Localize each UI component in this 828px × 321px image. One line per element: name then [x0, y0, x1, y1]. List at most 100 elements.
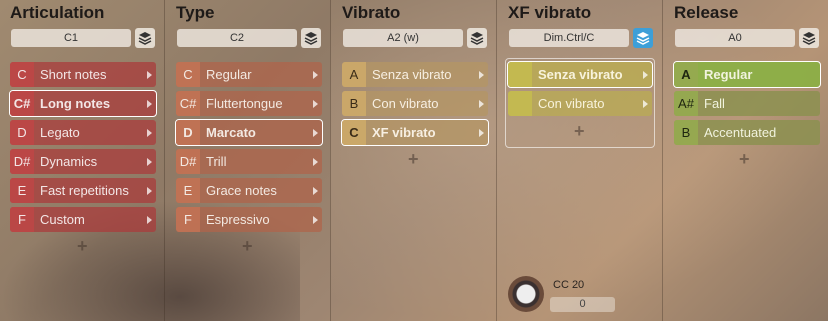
chevron-right-icon[interactable]	[479, 100, 484, 108]
layers-icon[interactable]	[301, 28, 321, 48]
keyswitch-key: B	[342, 91, 366, 116]
vibrato-item-con-vibrato[interactable]: B Con vibrato	[342, 91, 488, 116]
articulation-item-dynamics[interactable]: D# Dynamics	[10, 149, 156, 174]
chevron-right-icon[interactable]	[313, 158, 318, 166]
type-item-grace-notes[interactable]: E Grace notes	[176, 178, 322, 203]
release-column: Release A0 A Regular A# Fall B Accentuated …	[664, 0, 828, 321]
keyswitch-key: C#	[10, 91, 34, 116]
articulation-item-fast-repetitions[interactable]: E Fast repetitions	[10, 178, 156, 203]
chevron-right-icon[interactable]	[313, 100, 318, 108]
layers-icon[interactable]	[633, 28, 653, 48]
item-label: Fast repetitions	[40, 183, 129, 198]
item-label: Short notes	[40, 67, 107, 82]
keyswitch-key: C	[176, 62, 200, 87]
keyswitch-key: A	[342, 62, 366, 87]
chevron-right-icon[interactable]	[147, 158, 152, 166]
keyswitch-key: D#	[10, 149, 34, 174]
articulation-title: Articulation	[10, 3, 105, 22]
item-label: Custom	[40, 212, 85, 227]
item-label: Accentuated	[704, 125, 777, 140]
chevron-right-icon[interactable]	[147, 129, 152, 137]
chevron-right-icon[interactable]	[313, 187, 318, 195]
layers-icon[interactable]	[467, 28, 487, 48]
chevron-right-icon[interactable]	[643, 100, 648, 108]
add-articulation-button[interactable]: +	[77, 236, 88, 257]
item-label: Senza vibrato	[538, 67, 623, 82]
cc-value-field[interactable]: 0	[550, 297, 615, 312]
keyswitch-key: C	[342, 120, 366, 145]
release-list: A Regular A# Fall B Accentuated	[673, 61, 821, 149]
articulation-column: Articulation C1 C Short notes C# Long note…	[0, 0, 165, 321]
type-list: C Regular C# Fluttertongue D Marcato D# Tril…	[175, 62, 323, 236]
xf-vibrato-controller-selector[interactable]: Dim.Ctrl/C	[509, 29, 629, 47]
item-label: Fluttertongue	[206, 96, 283, 111]
chevron-right-icon[interactable]	[479, 71, 484, 79]
chevron-right-icon[interactable]	[313, 216, 318, 224]
chevron-right-icon[interactable]	[313, 129, 318, 137]
vibrato-list: A Senza vibrato B Con vibrato C XF vibrato	[341, 62, 489, 149]
release-item-fall[interactable]: A# Fall	[674, 91, 820, 116]
item-label: Senza vibrato	[372, 67, 452, 82]
add-type-button[interactable]: +	[242, 236, 253, 257]
item-label: Espressivo	[206, 212, 270, 227]
type-item-trill[interactable]: D# Trill	[176, 149, 322, 174]
articulation-item-legato[interactable]: D Legato	[10, 120, 156, 145]
chevron-right-icon[interactable]	[147, 216, 152, 224]
type-item-regular[interactable]: C Regular	[176, 62, 322, 87]
layers-icon[interactable]	[799, 28, 819, 48]
item-label: Marcato	[206, 125, 256, 140]
vibrato-item-senza-vibrato[interactable]: A Senza vibrato	[342, 62, 488, 87]
cc-knob[interactable]	[508, 276, 544, 312]
keyswitch-key: C#	[176, 91, 200, 116]
item-label: Regular	[206, 67, 252, 82]
articulation-item-short-notes[interactable]: C Short notes	[10, 62, 156, 87]
add-vibrato-button[interactable]: +	[408, 149, 419, 170]
xf-vibrato-item-senza-vibrato[interactable]: Senza vibrato	[507, 61, 653, 88]
vibrato-title: Vibrato	[342, 3, 401, 22]
type-item-fluttertongue[interactable]: C# Fluttertongue	[176, 91, 322, 116]
item-label: Dynamics	[40, 154, 98, 169]
articulation-keyswitch-selector[interactable]: C1	[11, 29, 131, 47]
type-column: Type C2 C Regular C# Fluttertongue D Marcat…	[166, 0, 331, 321]
chevron-right-icon[interactable]	[147, 100, 152, 108]
item-label: Long notes	[40, 96, 111, 111]
layers-icon[interactable]	[135, 28, 155, 48]
keyswitch-key: D	[10, 120, 34, 145]
item-label: Regular	[704, 67, 753, 82]
keyswitch-key: A#	[674, 91, 698, 116]
chevron-right-icon[interactable]	[147, 71, 152, 79]
type-title: Type	[176, 3, 215, 22]
type-item-espressivo[interactable]: F Espressivo	[176, 207, 322, 232]
type-keyswitch-selector[interactable]: C2	[177, 29, 297, 47]
keyswitch-key: B	[674, 120, 698, 145]
item-label: Con vibrato	[538, 96, 605, 111]
chevron-right-icon[interactable]	[147, 187, 152, 195]
articulation-list: C Short notes C# Long notes D Legato D# Dyna…	[9, 62, 157, 236]
articulation-item-long-notes[interactable]: C# Long notes	[9, 90, 157, 117]
chevron-right-icon[interactable]	[479, 129, 484, 137]
item-label: Fall	[704, 96, 725, 111]
keyswitch-key: F	[10, 207, 34, 232]
add-xf-vibrato-button[interactable]: +	[574, 121, 585, 142]
vibrato-keyswitch-selector[interactable]: A2 (w)	[343, 29, 463, 47]
xf-vibrato-column: XF vibrato Dim.Ctrl/C	[498, 0, 663, 321]
keyswitch-key: E	[10, 178, 34, 203]
item-label: Trill	[206, 154, 227, 169]
release-item-accentuated[interactable]: B Accentuated	[674, 120, 820, 145]
keyswitch-key: D	[176, 120, 200, 145]
item-label: Grace notes	[206, 183, 277, 198]
release-keyswitch-selector[interactable]: A0	[675, 29, 795, 47]
release-item-regular[interactable]: A Regular	[673, 61, 821, 88]
type-item-marcato[interactable]: D Marcato	[175, 119, 323, 146]
item-label: XF vibrato	[372, 125, 436, 140]
keyswitch-key	[508, 91, 532, 116]
xf-vibrato-item-con-vibrato[interactable]: Con vibrato	[508, 91, 652, 116]
vibrato-item-xf-vibrato[interactable]: C XF vibrato	[341, 119, 489, 146]
articulation-item-custom[interactable]: F Custom	[10, 207, 156, 232]
keyswitch-key: A	[674, 62, 698, 87]
add-release-button[interactable]: +	[739, 149, 750, 170]
keyswitch-key	[508, 62, 532, 87]
chevron-right-icon[interactable]	[643, 71, 648, 79]
chevron-right-icon[interactable]	[313, 71, 318, 79]
vibrato-column: Vibrato A2 (w) A Senza vibrato B Con vibra…	[332, 0, 497, 321]
